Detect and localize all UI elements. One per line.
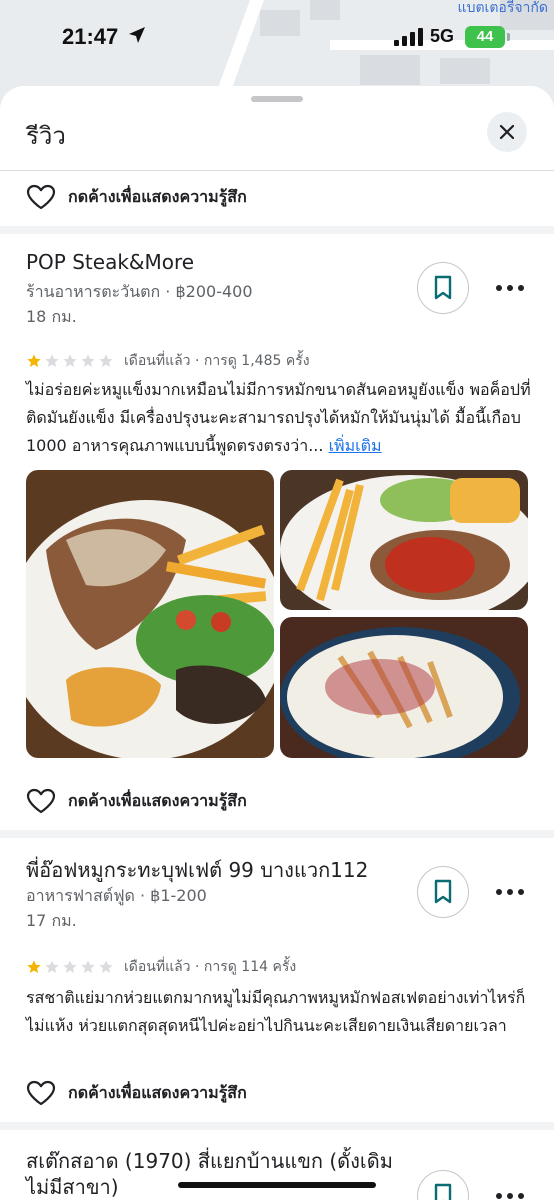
star-rating xyxy=(26,959,114,975)
bookmark-icon xyxy=(434,1183,452,1200)
react-label: กดค้างเพื่อแสดงความรู้สึก xyxy=(68,186,247,206)
battery-icon: 44 xyxy=(465,26,510,48)
heart-icon xyxy=(26,184,56,210)
food-photo-image xyxy=(26,470,274,758)
star-empty-icon xyxy=(99,960,113,973)
review-photo-steak-sauce[interactable] xyxy=(280,470,528,610)
more-options-button[interactable] xyxy=(496,882,524,902)
save-button[interactable] xyxy=(417,866,469,918)
save-button[interactable] xyxy=(417,1170,469,1200)
section-separator xyxy=(0,226,554,234)
location-arrow-icon xyxy=(129,27,145,43)
status-time: 21:47 xyxy=(62,24,119,49)
signal-icon xyxy=(394,28,423,46)
star-empty-icon xyxy=(63,960,77,973)
more-options-button[interactable] xyxy=(496,1186,524,1200)
star-rating xyxy=(26,353,114,369)
place-name[interactable]: พี่อ๊อฟหมูกระทะบุฟเฟต์ 99 บางแวก112 xyxy=(26,854,368,886)
review-photo-steak[interactable] xyxy=(26,470,274,758)
star-empty-icon xyxy=(81,960,95,973)
review-body: รสชาติแย่มากห่วยแตกมากหมูไม่มีคุณภาพหมูห… xyxy=(26,988,526,1035)
battery-level: 44 xyxy=(476,28,494,45)
react-button[interactable]: กดค้างเพื่อแสดงความรู้สึก xyxy=(26,184,247,210)
read-more-link[interactable]: เพิ่มเติม xyxy=(329,436,382,455)
star-empty-icon xyxy=(81,354,95,367)
rating-row: เดือนที่แล้ว · การดู 1,485 ครั้ง xyxy=(26,350,310,372)
place-category-price: อาหารฟาสต์ฟูด · ฿1-200 xyxy=(26,886,207,905)
food-photo-image xyxy=(280,470,528,610)
react-label: กดค้างเพื่อแสดงความรู้สึก xyxy=(68,1082,247,1102)
review-body: ไม่อร่อยค่ะหมูแข็งมากเหมือนไม่มีการหมักข… xyxy=(26,380,531,455)
react-button[interactable]: กดค้างเพื่อแสดงความรู้สึก xyxy=(26,788,247,814)
network-type: 5G xyxy=(430,26,455,46)
close-button[interactable] xyxy=(487,112,527,152)
react-label: กดค้างเพื่อแสดงความรู้สึก xyxy=(68,790,247,810)
star-filled-icon xyxy=(27,354,41,367)
star-empty-icon xyxy=(99,354,113,367)
review-meta: เดือนที่แล้ว · การดู 1,485 ครั้ง xyxy=(124,353,310,369)
status-bar: 21:47 5G 44 xyxy=(0,0,554,76)
place-name[interactable]: สเต๊กสอาด (1970) สี่แยกบ้านแขก (ดั้งเดิม… xyxy=(26,1148,406,1200)
sheet-grabber[interactable] xyxy=(251,96,303,102)
save-button[interactable] xyxy=(417,262,469,314)
rating-row: เดือนที่แล้ว · การดู 114 ครั้ง xyxy=(26,956,296,978)
place-category-price: ร้านอาหารตะวันตก · ฿200-400 xyxy=(26,282,253,301)
star-empty-icon xyxy=(63,354,77,367)
star-empty-icon xyxy=(45,960,59,973)
place-distance: 18 กม. xyxy=(26,307,77,326)
place-distance: 17 กม. xyxy=(26,911,77,930)
close-icon xyxy=(499,124,515,140)
react-button[interactable]: กดค้างเพื่อแสดงความรู้สึก xyxy=(26,1080,247,1106)
section-separator xyxy=(0,1122,554,1130)
review-text: รสชาติแย่มากห่วยแตกมากหมูไม่มีคุณภาพหมูห… xyxy=(26,984,531,1040)
sheet-title: รีวิว xyxy=(26,122,66,150)
bookmark-icon xyxy=(434,879,452,904)
heart-icon xyxy=(26,1080,56,1106)
star-empty-icon xyxy=(45,354,59,367)
review-meta: เดือนที่แล้ว · การดู 114 ครั้ง xyxy=(124,959,297,975)
star-filled-icon xyxy=(27,960,41,973)
review-photo-pasta[interactable] xyxy=(280,617,528,758)
place-name[interactable]: POP Steak&More xyxy=(26,250,194,274)
section-separator xyxy=(0,830,554,838)
home-indicator xyxy=(178,1182,376,1188)
food-photo-image xyxy=(280,617,528,758)
header-divider xyxy=(0,170,554,171)
bookmark-icon xyxy=(434,275,452,300)
heart-icon xyxy=(26,788,56,814)
more-options-button[interactable] xyxy=(496,278,524,298)
reviews-sheet: รีวิว กดค้างเพื่อแสดงความรู้สึก POP Stea… xyxy=(0,86,554,1200)
review-text: ไม่อร่อยค่ะหมูแข็งมากเหมือนไม่มีการหมักข… xyxy=(26,376,531,460)
